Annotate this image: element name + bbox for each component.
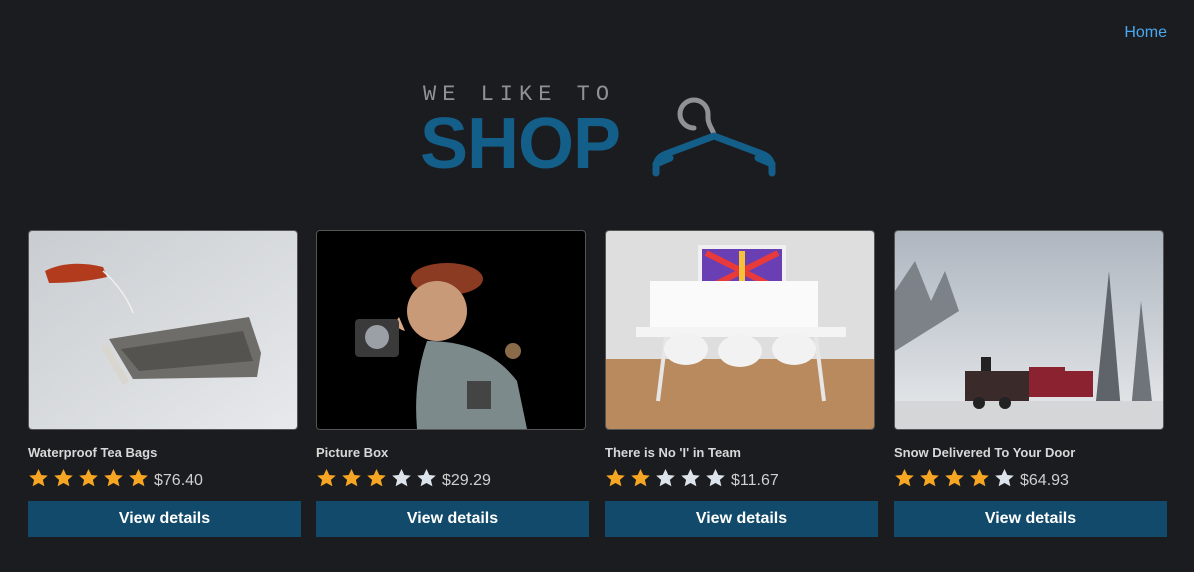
product-rating-row: $29.29 [316,465,590,491]
view-details-button[interactable]: View details [894,501,1167,537]
product-image-team-room[interactable] [605,230,875,430]
page: Home WE LIKE TO SHOP Waterproof Tea Bags… [0,0,1194,572]
product-rating-row: $64.93 [894,465,1168,491]
product-card: There is No 'I' in Team $11.67 View deta… [605,230,879,537]
star-filled-icon [895,469,914,487]
star-filled-icon [920,469,939,487]
product-price: $29.29 [442,472,491,489]
product-image-snow-train[interactable] [894,230,1164,430]
star-filled-icon [631,469,650,487]
product-title[interactable]: Snow Delivered To Your Door [894,445,1168,461]
product-title[interactable]: Picture Box [316,445,590,461]
star-filled-icon [970,469,989,487]
product-price: $64.93 [1020,472,1069,489]
star-filled-icon [54,469,73,487]
star-rating [605,468,730,488]
product-card: Waterproof Tea Bags $76.40 View details [28,230,302,537]
star-empty-icon [392,469,411,487]
star-empty-icon [417,469,436,487]
shop-logo: WE LIKE TO SHOP [420,82,780,184]
hanger-icon [652,97,776,177]
star-empty-icon [706,469,725,487]
star-empty-icon [656,469,675,487]
product-image-photographer[interactable] [316,230,586,430]
product-card: Picture Box $29.29 View details [316,230,590,537]
logo-title: SHOP [420,104,621,184]
product-price: $76.40 [154,472,203,489]
star-filled-icon [29,469,48,487]
product-rating-row: $76.40 [28,465,302,491]
nav-home-link[interactable]: Home [1124,24,1167,42]
star-filled-icon [79,469,98,487]
product-title[interactable]: Waterproof Tea Bags [28,445,302,461]
star-rating [894,468,1019,488]
star-rating [316,468,441,488]
view-details-button[interactable]: View details [316,501,589,537]
product-rating-row: $11.67 [605,465,879,491]
star-filled-icon [606,469,625,487]
product-image-tea-bag[interactable] [28,230,298,430]
star-filled-icon [367,469,386,487]
star-filled-icon [317,469,336,487]
view-details-button[interactable]: View details [28,501,301,537]
star-empty-icon [681,469,700,487]
star-filled-icon [945,469,964,487]
product-price: $11.67 [731,472,779,489]
view-details-button[interactable]: View details [605,501,878,537]
star-empty-icon [995,469,1014,487]
star-filled-icon [129,469,148,487]
star-rating [28,468,153,488]
star-filled-icon [342,469,361,487]
product-title[interactable]: There is No 'I' in Team [605,445,879,461]
star-filled-icon [104,469,123,487]
product-card: Snow Delivered To Your Door $64.93 View … [894,230,1168,537]
